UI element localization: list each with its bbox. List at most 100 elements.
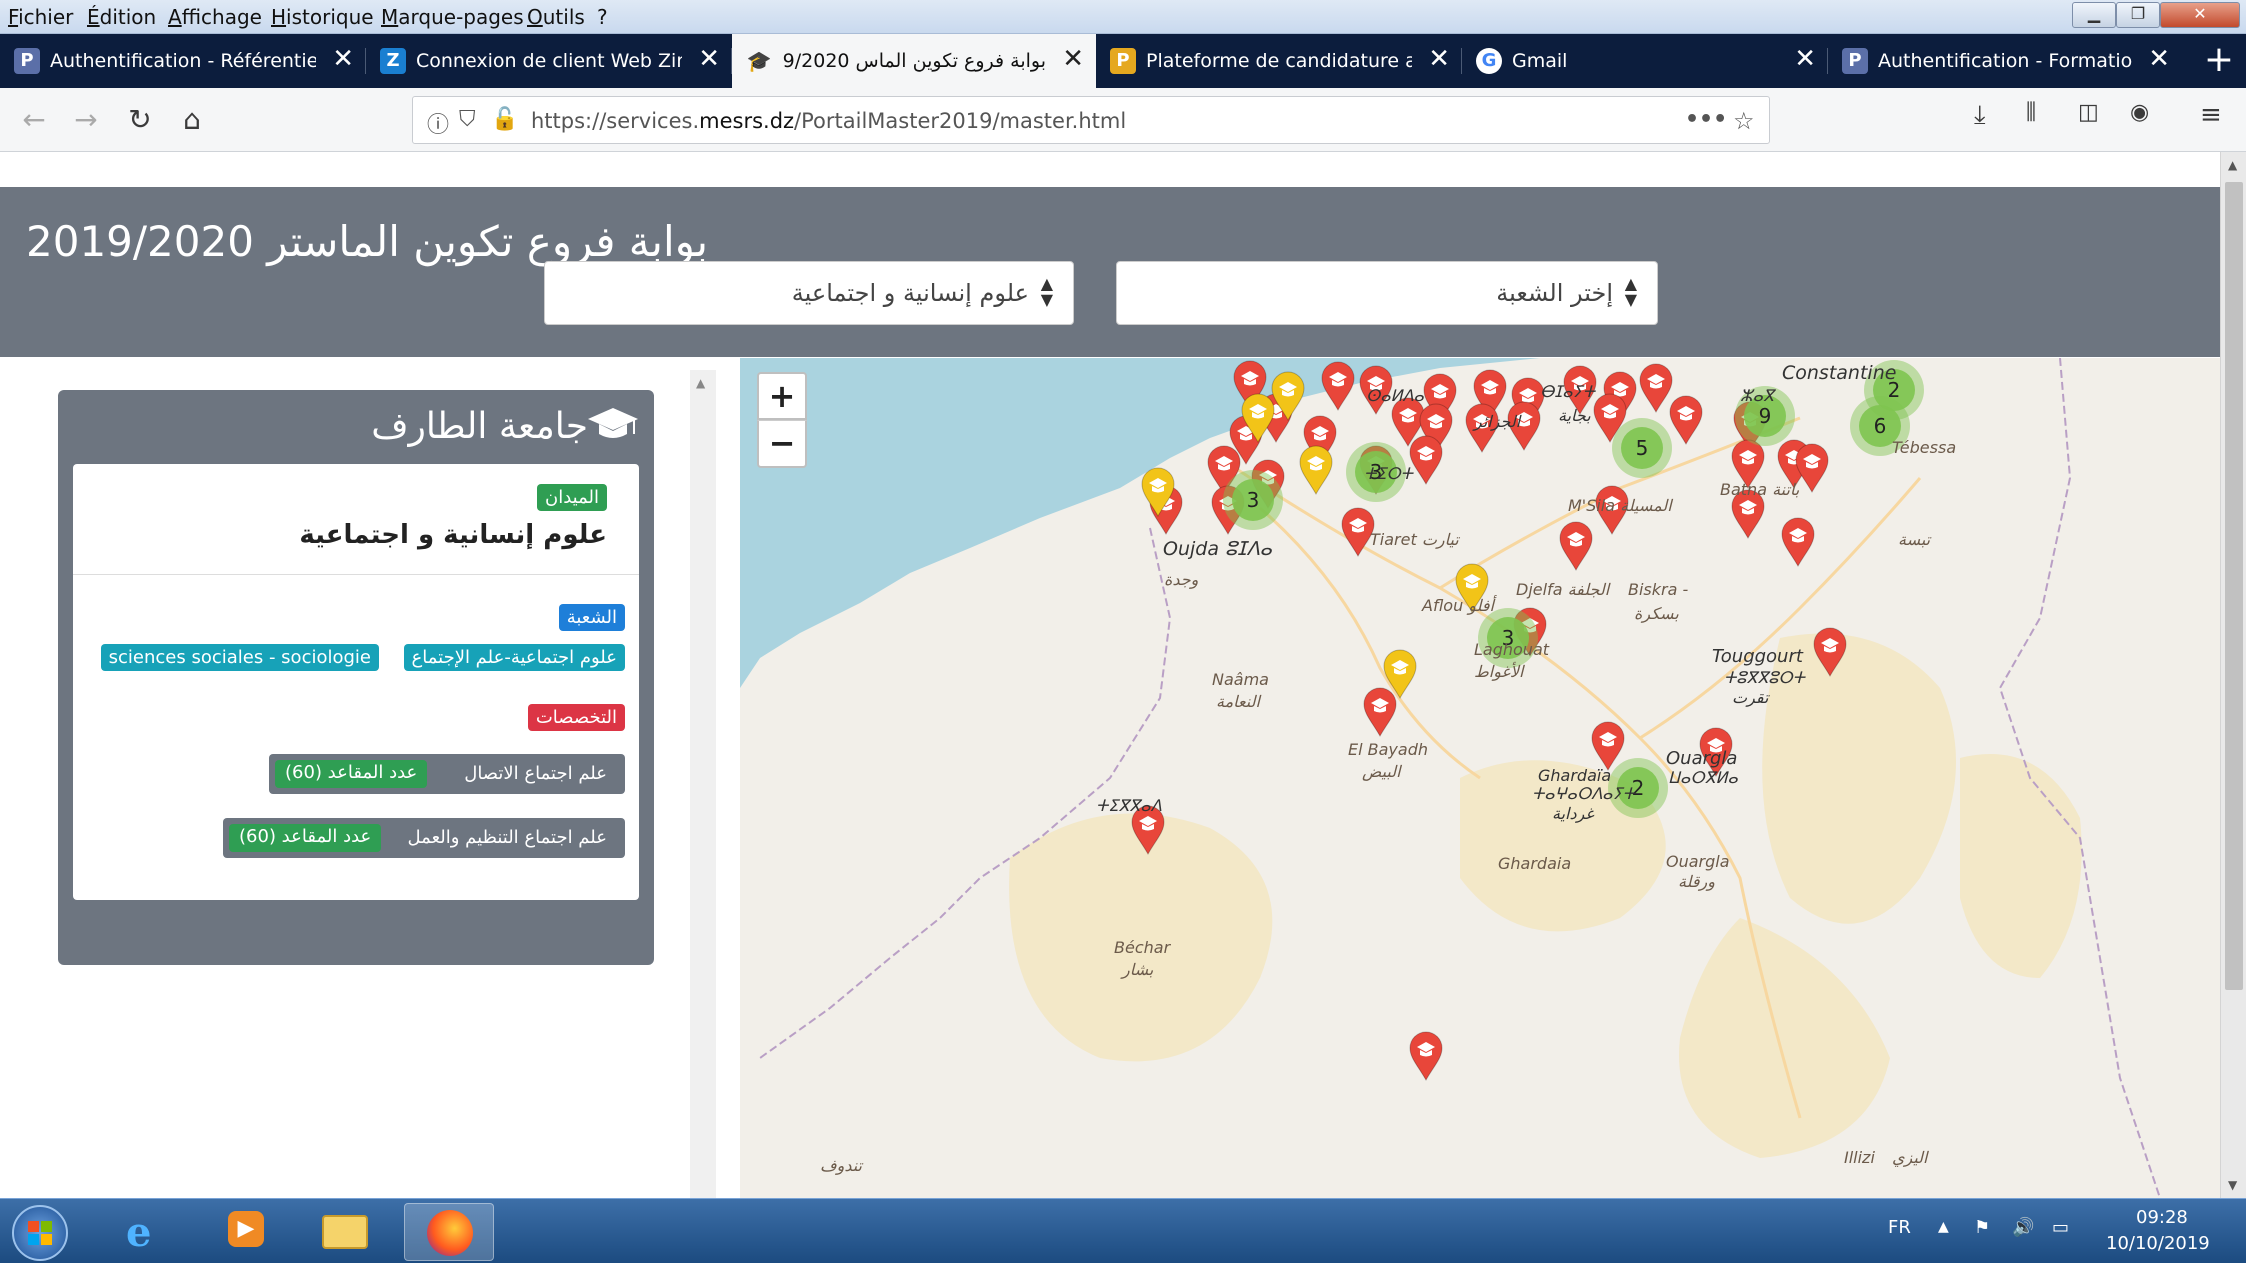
network-icon[interactable]: ▭ [2052,1217,2069,1238]
specialization-item: علم اجتماع التنظيم والعمل عدد المقاعد (6… [223,818,625,858]
firefox-icon[interactable] [404,1203,494,1261]
mortarboard-icon: 🎓 [746,49,772,73]
p-site-icon: P [1842,48,1868,74]
url-text[interactable]: https://services.mesrs.dz/PortailMaster2… [531,109,1126,133]
red-location-marker[interactable] [1559,521,1593,572]
map-label: Ghardaia [1498,854,1572,873]
cluster-count: 5 [1636,436,1649,460]
map-label: تبسة [1898,530,1931,549]
minimize-button[interactable]: ▁ [2072,2,2116,28]
forward-icon[interactable]: → [68,102,104,138]
media-player-icon[interactable]: ▶ [200,1203,290,1261]
download-icon[interactable]: ⤓ [1974,100,1986,131]
action-center-flag-icon[interactable]: ⚑ [1974,1217,1990,1238]
page-actions-icon[interactable]: ••• [1685,107,1727,132]
library-icon[interactable]: ⫼ [2026,100,2036,125]
close-tab-icon[interactable]: ✕ [332,46,354,72]
menu-historique[interactable]: Historique [271,5,374,29]
select-arrows-icon: ▲ ▼ [1040,274,1053,309]
map-label: Ghardaïa [1538,766,1612,785]
red-location-marker[interactable] [1813,627,1847,678]
home-icon[interactable]: ⌂ [174,102,210,138]
scroll-up-icon[interactable]: ▲ [2228,158,2237,172]
yellow-location-marker[interactable] [1299,445,1333,496]
menu-help[interactable]: ? [597,5,608,29]
sidebar-icon[interactable]: ◫ [2078,100,2099,125]
red-location-marker[interactable] [1795,443,1829,494]
page-scrollbar[interactable]: ▲ ▼ [2220,152,2246,1198]
p-site-icon: P [1110,48,1136,74]
close-tab-icon[interactable]: ✕ [698,46,720,72]
red-location-marker[interactable] [1363,687,1397,738]
clock-time[interactable]: 09:28 [2136,1207,2188,1228]
map-label: الجزائر [1474,412,1521,431]
menu-outils[interactable]: Outils [527,5,585,29]
lock-warning-icon[interactable]: 🔓 [491,107,518,132]
menu-edition[interactable]: Édition [87,5,156,29]
map-label: بجاية [1558,406,1591,425]
tab-portail-master[interactable]: 🎓 بوابة فروع تكوين الماس 2019/2020 ✕ [732,34,1096,88]
maximize-button[interactable]: ❐ [2116,2,2160,28]
volume-icon[interactable]: 🔊 [2012,1217,2034,1238]
domain-select[interactable]: علوم إنسانية و اجتماعية ▲ ▼ [544,261,1074,325]
branch-select[interactable]: إختر الشعبة ▲ ▼ [1116,261,1658,325]
navigation-bar: ← → ↻ ⌂ ⓘ ⛉ 🔓 https://services.mesrs.dz/… [0,88,2246,152]
file-explorer-icon[interactable] [300,1203,390,1261]
map-label: Constantine [1782,362,1897,384]
tab-gmail[interactable]: G Gmail ✕ [1462,34,1828,88]
red-location-marker[interactable] [1669,395,1703,446]
red-location-marker[interactable] [1321,361,1355,412]
menu-marque-pages[interactable]: Marque-pages [381,5,524,29]
new-tab-button[interactable]: + [2204,40,2234,80]
tab-plateforme-candidature[interactable]: P Plateforme de candidature au ✕ [1096,34,1462,88]
back-icon[interactable]: ← [16,102,52,138]
clock-date[interactable]: 10/10/2019 [2106,1233,2210,1254]
close-window-button[interactable]: ✕ [2160,2,2240,28]
show-hidden-icons-icon[interactable]: ▲ [1938,1219,1949,1235]
red-location-marker[interactable] [1781,517,1815,568]
specialization-item: علم اجتماع الاتصال عدد المقاعد (60) [269,754,625,794]
panel-scrollbar[interactable]: ▲ [690,370,716,1198]
red-location-marker[interactable] [1409,435,1443,486]
menu-fichier[interactable]: Fichier [8,5,73,29]
map-label: Batna باتنة [1720,480,1800,499]
red-location-marker[interactable] [1409,1031,1443,1082]
zoom-out-button[interactable]: − [757,420,807,468]
close-tab-icon[interactable]: ✕ [1794,46,1816,72]
tab-authentification-formation[interactable]: P Authentification - Formation e ✕ [1828,34,2182,88]
seats-badge: عدد المقاعد (60) [275,760,428,788]
map-view[interactable]: 33596322 + − Constantine Oujda ⵓⵊⴷⴰ وجدة… [740,358,2220,1198]
menu-hamburger-icon[interactable]: ≡ [2200,100,2222,130]
url-bar[interactable]: ⓘ ⛉ 🔓 https://services.mesrs.dz/PortailM… [412,96,1770,144]
internet-explorer-icon[interactable]: e [100,1203,190,1261]
info-icon[interactable]: ⓘ [427,107,449,139]
map-label: ⵜⵉⵔⵜ [1364,464,1413,483]
map-label: ⵙⴰⵍⴷⴰ [1366,386,1424,405]
account-icon[interactable]: ◉ [2130,100,2149,125]
university-panel: جامعة الطارف الميدان علوم إنسانية و اجتم… [58,390,654,965]
map-label: ورقلة [1678,872,1715,891]
marker-cluster[interactable]: 3 [1223,470,1283,530]
close-tab-icon[interactable]: ✕ [1428,46,1450,72]
zoom-in-button[interactable]: + [757,372,807,420]
close-tab-icon[interactable]: ✕ [2148,46,2170,72]
reload-icon[interactable]: ↻ [122,102,158,138]
field-badge: الميدان [537,484,607,511]
marker-cluster[interactable]: 3 [1478,608,1538,668]
scrollbar-thumb[interactable] [2225,182,2243,990]
marker-cluster[interactable]: 5 [1612,418,1672,478]
windows-start-icon[interactable] [12,1205,68,1261]
red-location-marker[interactable] [1639,363,1673,414]
tracking-shield-icon[interactable]: ⛉ [459,107,476,132]
map-label: ⵜⵓⴳⴳⵓⵔⵜ [1724,668,1805,687]
tab-authentification-referentiel[interactable]: P Authentification - Référentiel c ✕ [0,34,366,88]
language-indicator[interactable]: FR [1888,1217,1911,1238]
close-tab-icon[interactable]: ✕ [1062,46,1084,72]
menu-affichage[interactable]: Affichage [168,5,262,29]
university-card: الميدان علوم إنسانية و اجتماعية الشعبة ع… [73,464,639,900]
tab-zimbra[interactable]: Z Connexion de client Web Zimb ✕ [366,34,732,88]
red-location-marker[interactable] [1591,721,1625,772]
bookmark-star-icon[interactable]: ☆ [1733,107,1755,135]
branch-select-value: إختر الشعبة [1496,279,1613,307]
scroll-down-icon[interactable]: ▼ [2228,1178,2237,1192]
